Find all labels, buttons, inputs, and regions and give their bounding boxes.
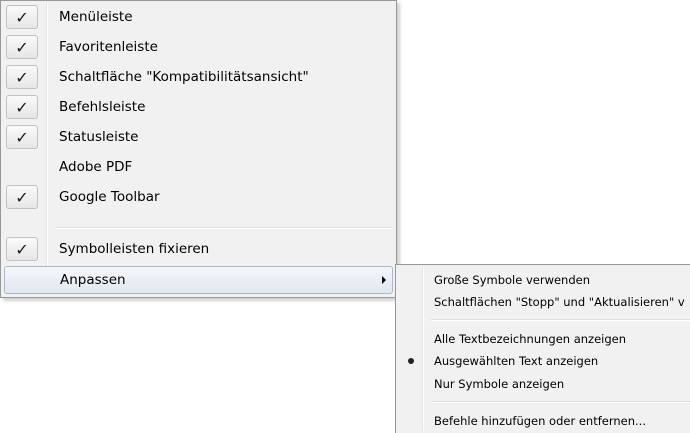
menu-item-menueleiste[interactable]: ✓ Menüleiste (4, 3, 393, 31)
menu-item-google-toolbar[interactable]: ✓ Google Toolbar (4, 183, 393, 211)
menu-item-anpassen[interactable]: Anpassen (4, 266, 393, 294)
submenu-item-ausgewaehlten-text[interactable]: Ausgewählten Text anzeigen (399, 349, 687, 373)
submenu-item-label: Schaltflächen "Stopp" und "Aktualisieren… (434, 295, 685, 309)
submenu-item-grosse-symbole[interactable]: Große Symbole verwenden (399, 268, 687, 292)
menu-item-label: Adobe PDF (59, 159, 133, 175)
menu-item-label: Favoritenleiste (59, 39, 158, 55)
checkmark-icon: ✓ (6, 125, 38, 149)
submenu-item-label: Ausgewählten Text anzeigen (434, 354, 599, 368)
menu-item-statusleiste[interactable]: ✓ Statusleiste (4, 123, 393, 151)
menu-item-label: Befehlsleiste (59, 99, 146, 115)
checkmark-icon: ✓ (6, 5, 38, 29)
checkmark-icon: ✓ (6, 185, 38, 209)
submenu-item-label: Große Symbole verwenden (434, 273, 591, 287)
radio-selected-icon (408, 358, 414, 364)
submenu-item-label: Befehle hinzufügen oder entfernen... (434, 414, 646, 428)
menu-item-adobe-pdf[interactable]: Adobe PDF (4, 153, 393, 181)
menu-item-label: Symbolleisten fixieren (59, 241, 210, 257)
menu-item-label: Schaltfläche "Kompatibilitätsansicht" (59, 69, 309, 85)
menu-item-label: Anpassen (60, 272, 126, 288)
submenu-item-befehle-hinzufuegen[interactable]: Befehle hinzufügen oder entfernen... (399, 409, 687, 433)
submenu-item-nur-symbole[interactable]: Nur Symbole anzeigen (399, 372, 687, 396)
checkmark-icon: ✓ (6, 237, 38, 261)
checkmark-icon: ✓ (6, 95, 38, 119)
toolbars-context-menu: ✓ Menüleiste ✓ Favoritenleiste ✓ Schaltf… (0, 0, 397, 298)
menu-item-befehlsleiste[interactable]: ✓ Befehlsleiste (4, 93, 393, 121)
submenu-arrow-icon (382, 276, 386, 284)
submenu-item-alle-textbezeichnungen[interactable]: Alle Textbezeichnungen anzeigen (399, 327, 687, 351)
submenu-item-label: Alle Textbezeichnungen anzeigen (434, 332, 627, 346)
submenu-separator (431, 319, 690, 321)
checkmark-icon: ✓ (6, 35, 38, 59)
menu-item-label: Menüleiste (59, 9, 133, 25)
menu-item-label: Statusleiste (59, 129, 139, 145)
submenu-item-stopp-aktualisieren[interactable]: Schaltflächen "Stopp" und "Aktualisieren… (399, 290, 687, 314)
menu-item-label: Google Toolbar (59, 189, 160, 205)
submenu-separator (431, 401, 690, 403)
menu-item-favoritenleiste[interactable]: ✓ Favoritenleiste (4, 33, 393, 61)
submenu-item-label: Nur Symbole anzeigen (434, 377, 565, 391)
menu-item-kompatibilitaetsansicht[interactable]: ✓ Schaltfläche "Kompatibilitätsansicht" (4, 63, 393, 91)
checkmark-icon: ✓ (6, 65, 38, 89)
menu-separator (56, 227, 393, 229)
menu-item-symbolleisten-fixieren[interactable]: ✓ Symbolleisten fixieren (4, 235, 393, 263)
anpassen-submenu: Große Symbole verwenden Schaltflächen "S… (395, 264, 690, 433)
